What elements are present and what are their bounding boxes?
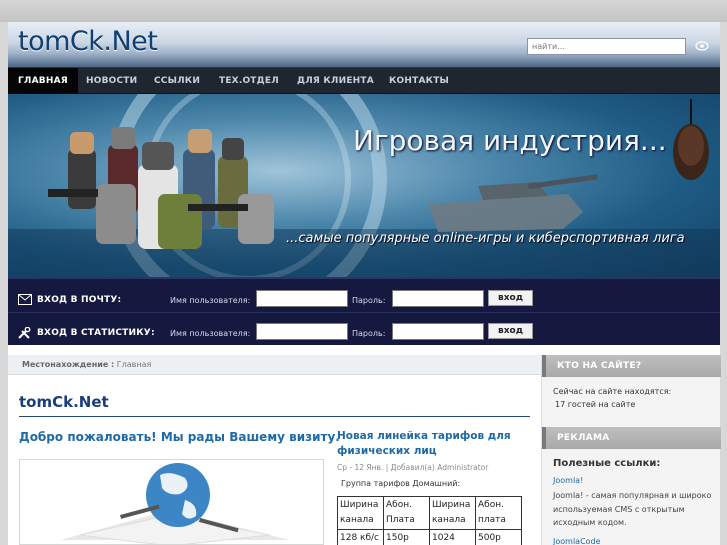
mouse-shape: [673, 99, 709, 180]
tools-icon: [18, 326, 32, 339]
login-panel: ВХОД В ПОЧТУ: Имя пользователя: Пароль: …: [8, 277, 720, 345]
table-row: 128 кб/с 150р 1024 500р: [337, 529, 522, 545]
table-cell: 128 кб/с: [337, 529, 384, 545]
table-cell: Ширина канала: [429, 496, 476, 530]
banner-illustration: [8, 94, 720, 277]
table-cell: 500р: [475, 529, 522, 545]
site-header: tomCk.Net: [8, 22, 720, 68]
joomlacode-link[interactable]: JoomlaCode: [553, 537, 601, 545]
banner-subtitle: ...самые популярные online-игры и киберс…: [286, 231, 685, 246]
sidebar: КТО НА САЙТЕ? Сейчас на сайте находятся:…: [541, 355, 721, 545]
joomla-description: Joomla! - самая популярная и широко испо…: [553, 491, 712, 527]
envelope-icon: [18, 294, 32, 306]
breadcrumb: Местонахождение : Главная: [8, 355, 541, 375]
nav-item-news[interactable]: НОВОСТИ: [76, 68, 147, 94]
table-cell: Абон. плата: [475, 496, 522, 530]
breadcrumb-label: Местонахождение :: [22, 360, 115, 369]
stats-login-title: ВХОД В СТАТИСТИКУ:: [37, 328, 155, 338]
article-group: Группа тарифов Домашний:: [341, 479, 461, 488]
globe-icon: [60, 463, 290, 544]
page-right-margin: [720, 22, 727, 545]
table-row: Ширина канала Абон. Плата Ширина канала …: [337, 496, 522, 530]
nav-item-tech[interactable]: ТЕХ.ОТДЕЛ: [209, 68, 289, 94]
tank-shape: [428, 174, 599, 232]
stats-login-button[interactable]: вход: [488, 323, 533, 339]
mail-password-field[interactable]: [392, 290, 484, 307]
nav-item-links[interactable]: ССЫЛКИ: [144, 68, 210, 94]
joomla-link[interactable]: Joomla!: [553, 476, 583, 485]
article-meta: Ср - 12 Янв. | Добавил(а) Administrator: [337, 463, 489, 472]
page-title: tomCk.Net: [19, 393, 109, 411]
stats-username-field[interactable]: [256, 323, 348, 340]
main-navigation: ГЛАВНАЯ НОВОСТИ ССЫЛКИ ТЕХ.ОТДЕЛ ДЛЯ КЛИ…: [8, 68, 720, 94]
online-status-text: Сейчас на сайте находятся:: [553, 387, 672, 396]
table-cell: Абон. Плата: [383, 496, 430, 530]
mail-login-title: ВХОД В ПОЧТУ:: [37, 295, 122, 305]
title-divider: [19, 416, 530, 417]
mail-password-label: Пароль:: [352, 296, 386, 305]
article-title-link[interactable]: Новая линейка тарифов для физических лиц: [337, 429, 527, 459]
ads-heading: РЕКЛАМА: [542, 427, 721, 449]
nav-item-contacts[interactable]: КОНТАКТЫ: [379, 68, 459, 94]
stats-login-row: ВХОД В СТАТИСТИКУ: Имя пользователя: Пар…: [8, 317, 720, 350]
mail-username-field[interactable]: [256, 290, 348, 307]
welcome-heading[interactable]: Добро пожаловать! Мы рады Вашему визиту.: [19, 430, 340, 444]
main-content: Местонахождение : Главная tomCk.Net Добр…: [8, 355, 541, 545]
search-icon[interactable]: [692, 37, 712, 55]
who-online-heading: КТО НА САЙТЕ?: [542, 355, 721, 377]
breadcrumb-current: Главная: [116, 360, 152, 369]
table-cell: 1024: [429, 529, 476, 545]
banner-title: Игровая индустрия...: [353, 124, 667, 157]
stats-password-label: Пароль:: [352, 329, 386, 338]
tariff-table: Ширина канала Абон. Плата Ширина канала …: [337, 496, 522, 545]
page-left-margin: [0, 22, 8, 545]
globe-image: [19, 459, 324, 545]
online-count-text: 17 гостей на сайте: [555, 400, 636, 409]
mail-login-button[interactable]: вход: [488, 290, 533, 306]
table-cell: Ширина канала: [337, 496, 384, 530]
header-banner: Игровая индустрия... ...самые популярные…: [8, 94, 720, 277]
nav-item-home[interactable]: ГЛАВНАЯ: [8, 68, 78, 94]
stats-username-label: Имя пользователя:: [170, 329, 251, 338]
site-logo[interactable]: tomCk.Net: [18, 26, 158, 57]
mail-username-label: Имя пользователя:: [170, 296, 251, 305]
table-cell: 150р: [383, 529, 430, 545]
nav-item-client[interactable]: ДЛЯ КЛИЕНТА: [287, 68, 384, 94]
browser-top-strip: [0, 0, 727, 22]
stats-password-field[interactable]: [392, 323, 484, 340]
useful-links-title: Полезные ссылки:: [553, 458, 661, 469]
login-divider: [8, 312, 720, 313]
search-input[interactable]: [527, 38, 686, 55]
